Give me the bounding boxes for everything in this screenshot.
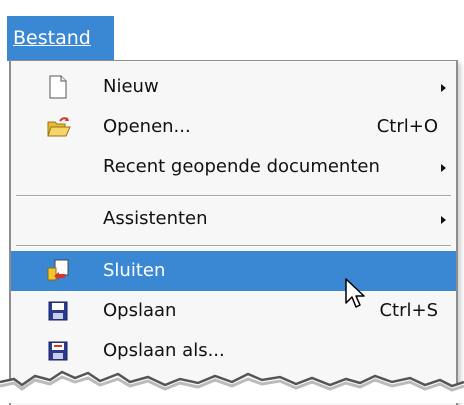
submenu-arrow-icon [441,164,446,172]
menu-separator [16,195,451,197]
submenu-arrow-icon [441,84,446,92]
menu-item-close-label: Sluiten [103,260,166,281]
menu-item-close[interactable]: Sluiten [11,251,456,291]
menu-separator [16,245,451,247]
menu-item-new-label: Nieuw [103,76,159,97]
torn-edge-decoration [0,370,464,403]
mouse-cursor-icon [345,278,365,308]
menu-item-open-label: Openen... [103,116,191,137]
menu-item-wizards[interactable]: Assistenten [11,199,456,239]
open-folder-icon [47,115,71,139]
menu-item-wizards-label: Assistenten [103,208,208,229]
new-document-icon [47,75,69,99]
menu-item-save-label: Opslaan [103,300,177,321]
menu-item-recent-documents[interactable]: Recent geopende documenten [11,147,456,187]
menu-item-new[interactable]: Nieuw [11,67,456,107]
menu-item-save[interactable]: Opslaan Ctrl+S [11,291,456,331]
save-icon [47,299,69,323]
menu-bestand[interactable]: Bestand [7,16,114,61]
menu-item-recent-label: Recent geopende documenten [103,156,380,177]
close-document-icon [47,259,69,283]
menu-item-open-shortcut: Ctrl+O [376,116,438,137]
menu-item-open[interactable]: Openen... Ctrl+O [11,107,456,147]
submenu-arrow-icon [441,216,446,224]
menu-bestand-label: Bestand [13,27,91,49]
menu-item-save-shortcut: Ctrl+S [379,300,438,321]
